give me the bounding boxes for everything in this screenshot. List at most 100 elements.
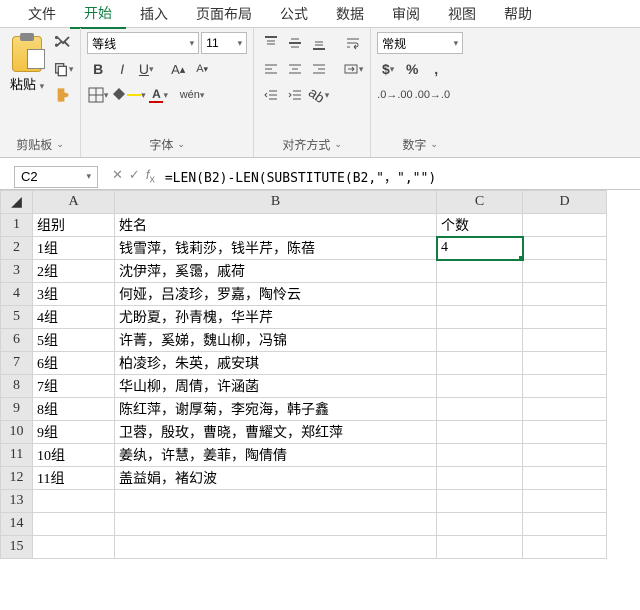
decrease-indent-button[interactable]	[260, 84, 282, 106]
cell-B6[interactable]: 许菁，奚娣，魏山柳，冯锦	[115, 329, 437, 352]
menu-item-0[interactable]: 文件	[14, 0, 70, 28]
cell-D5[interactable]	[523, 306, 607, 329]
cell-A13[interactable]	[33, 490, 115, 513]
font-color-button[interactable]: A ▾	[148, 84, 170, 106]
cell-D1[interactable]	[523, 214, 607, 237]
align-left-button[interactable]	[260, 58, 282, 80]
underline-button[interactable]: U ▾	[135, 58, 157, 80]
cell-D14[interactable]	[523, 513, 607, 536]
cell-A11[interactable]: 10组	[33, 444, 115, 467]
row-header[interactable]: 7	[1, 352, 33, 375]
formula-input[interactable]	[161, 169, 640, 184]
cell-D12[interactable]	[523, 467, 607, 490]
cell-B8[interactable]: 华山柳，周倩，许涵菡	[115, 375, 437, 398]
align-bottom-button[interactable]	[308, 32, 330, 54]
cell-C14[interactable]	[437, 513, 523, 536]
decrease-font-button[interactable]: A▾	[191, 58, 213, 80]
copy-button[interactable]: ▾	[52, 58, 74, 80]
cancel-formula-button[interactable]: ✕	[112, 167, 123, 186]
row-header[interactable]: 8	[1, 375, 33, 398]
decrease-decimal-button[interactable]: .00→.0	[415, 84, 450, 106]
cell-A7[interactable]: 6组	[33, 352, 115, 375]
col-header-D[interactable]: D	[523, 191, 607, 214]
cell-D4[interactable]	[523, 283, 607, 306]
cell-A9[interactable]: 8组	[33, 398, 115, 421]
font-size-combo[interactable]: 11▾	[201, 32, 247, 54]
comma-button[interactable]: ,	[425, 58, 447, 80]
row-header[interactable]: 10	[1, 421, 33, 444]
cell-D3[interactable]	[523, 260, 607, 283]
border-button[interactable]: ▾	[87, 84, 109, 106]
cell-C11[interactable]	[437, 444, 523, 467]
align-middle-button[interactable]	[284, 32, 306, 54]
cell-B10[interactable]: 卫蓉，殷玫，曹晓，曹耀文，郑红萍	[115, 421, 437, 444]
cell-C1[interactable]: 个数	[437, 214, 523, 237]
worksheet-grid[interactable]: ◢ABCD 1组别姓名个数21组钱雪萍，钱莉莎，钱半芹，陈蓓432组沈伊萍，奚霭…	[0, 190, 640, 559]
increase-font-button[interactable]: A▴	[167, 58, 189, 80]
percent-button[interactable]: %	[401, 58, 423, 80]
cell-A3[interactable]: 2组	[33, 260, 115, 283]
cell-C9[interactable]	[437, 398, 523, 421]
cell-D15[interactable]	[523, 536, 607, 559]
cell-C13[interactable]	[437, 490, 523, 513]
cell-B14[interactable]	[115, 513, 437, 536]
increase-indent-button[interactable]	[284, 84, 306, 106]
number-format-combo[interactable]: 常规▾	[377, 32, 463, 54]
currency-button[interactable]: $ ▾	[377, 58, 399, 80]
row-header[interactable]: 9	[1, 398, 33, 421]
cell-A14[interactable]	[33, 513, 115, 536]
cell-D6[interactable]	[523, 329, 607, 352]
cell-C2[interactable]: 4	[437, 237, 523, 260]
col-header-B[interactable]: B	[115, 191, 437, 214]
cell-B5[interactable]: 尤盼夏，孙青槐，华半芹	[115, 306, 437, 329]
italic-button[interactable]: I	[111, 58, 133, 80]
enter-formula-button[interactable]: ✓	[129, 167, 140, 186]
row-header[interactable]: 6	[1, 329, 33, 352]
cell-C4[interactable]	[437, 283, 523, 306]
cell-B12[interactable]: 盖益娟，褚幻波	[115, 467, 437, 490]
menu-item-7[interactable]: 视图	[434, 0, 490, 28]
col-header-A[interactable]: A	[33, 191, 115, 214]
col-header-C[interactable]: C	[437, 191, 523, 214]
font-name-combo[interactable]: 等线▾	[87, 32, 199, 54]
menu-item-2[interactable]: 插入	[126, 0, 182, 28]
phonetic-button[interactable]: wén ▾	[180, 84, 205, 106]
name-box[interactable]: C2▾	[14, 166, 98, 188]
fx-button[interactable]: fx	[146, 167, 155, 186]
select-all-corner[interactable]: ◢	[1, 191, 33, 214]
cell-A15[interactable]	[33, 536, 115, 559]
row-header[interactable]: 5	[1, 306, 33, 329]
fill-color-button[interactable]: ▾	[111, 84, 146, 106]
menu-item-3[interactable]: 页面布局	[182, 0, 266, 28]
menu-item-5[interactable]: 数据	[322, 0, 378, 28]
cut-button[interactable]	[52, 32, 74, 54]
align-center-button[interactable]	[284, 58, 306, 80]
row-header[interactable]: 14	[1, 513, 33, 536]
bold-button[interactable]: B	[87, 58, 109, 80]
cell-A12[interactable]: 11组	[33, 467, 115, 490]
wrap-text-button[interactable]	[342, 32, 364, 54]
cell-D9[interactable]	[523, 398, 607, 421]
row-header[interactable]: 13	[1, 490, 33, 513]
cell-B13[interactable]	[115, 490, 437, 513]
row-header[interactable]: 15	[1, 536, 33, 559]
row-header[interactable]: 3	[1, 260, 33, 283]
align-top-button[interactable]	[260, 32, 282, 54]
format-painter-button[interactable]	[52, 84, 74, 106]
menu-item-4[interactable]: 公式	[266, 0, 322, 28]
increase-decimal-button[interactable]: .0→.00	[377, 84, 412, 106]
cell-C6[interactable]	[437, 329, 523, 352]
align-right-button[interactable]	[308, 58, 330, 80]
row-header[interactable]: 4	[1, 283, 33, 306]
cell-B11[interactable]: 姜纨，许慧，姜菲，陶倩倩	[115, 444, 437, 467]
cell-D13[interactable]	[523, 490, 607, 513]
cell-A5[interactable]: 4组	[33, 306, 115, 329]
cell-A10[interactable]: 9组	[33, 421, 115, 444]
cell-C12[interactable]	[437, 467, 523, 490]
cell-A1[interactable]: 组别	[33, 214, 115, 237]
cell-B2[interactable]: 钱雪萍，钱莉莎，钱半芹，陈蓓	[115, 237, 437, 260]
cell-C5[interactable]	[437, 306, 523, 329]
menu-item-8[interactable]: 帮助	[490, 0, 546, 28]
cell-C8[interactable]	[437, 375, 523, 398]
menu-item-6[interactable]: 审阅	[378, 0, 434, 28]
